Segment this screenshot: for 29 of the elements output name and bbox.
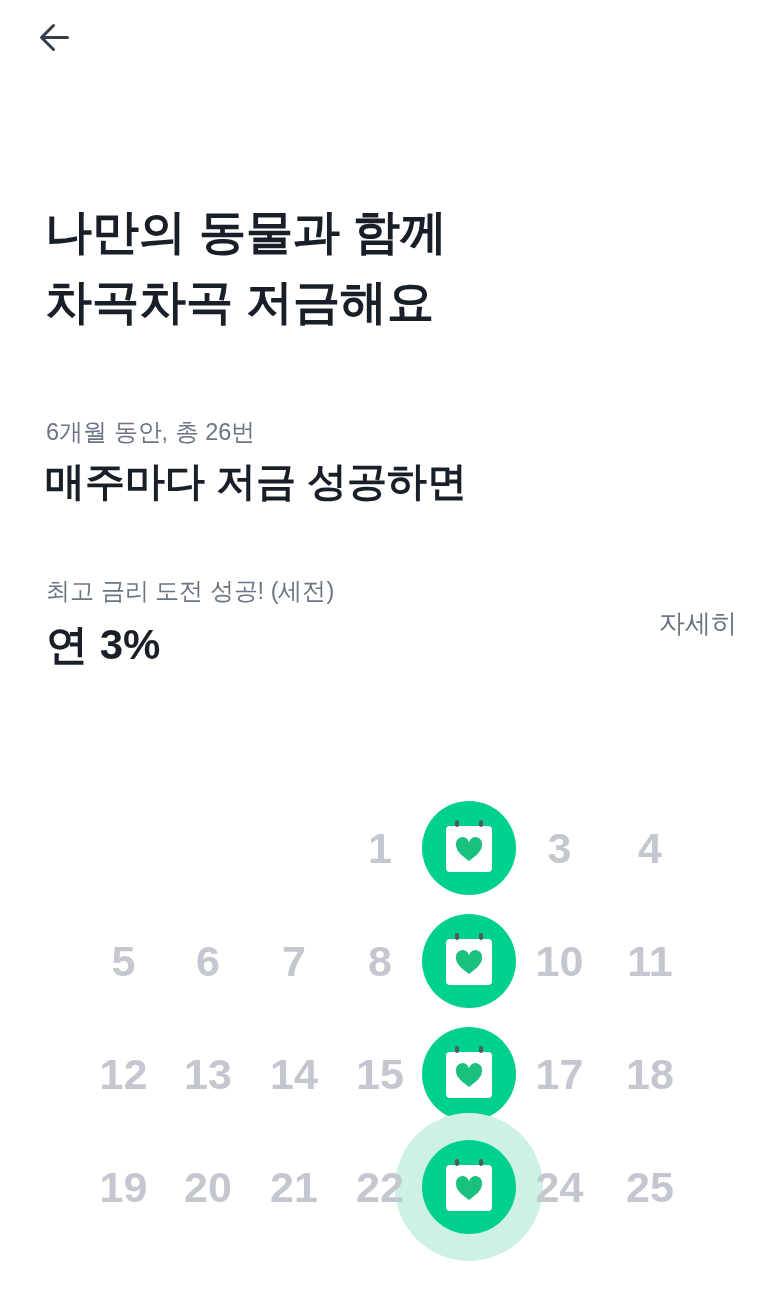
day-number: 11 [627, 935, 673, 986]
day-number: 10 [535, 935, 584, 986]
day-number: 1 [368, 822, 392, 873]
day-number: 6 [196, 935, 220, 986]
day-number: 17 [535, 1048, 584, 1099]
rate-value: 연 3% [46, 620, 162, 670]
day-number: 7 [282, 935, 306, 986]
day-number: 3 [547, 822, 572, 873]
day-number: 19 [99, 1161, 148, 1212]
day-number: 18 [626, 1048, 674, 1099]
day-number: 21 [270, 1161, 318, 1212]
plan-headline: 매주마다 저금 성공하면 [44, 458, 468, 505]
day-number: 8 [368, 935, 392, 986]
page-title: 나만의 동물과 함께 차곡차곡 저금해요 [44, 204, 449, 330]
rate-caption: 최고 금리 도전 성공! (세전) [46, 577, 335, 606]
day-number: 12 [99, 1048, 148, 1099]
plan-caption: 6개월 동안, 총 26번 [45, 418, 257, 447]
day-number: 22 [356, 1161, 404, 1212]
details-link[interactable]: 자세히 [659, 606, 737, 640]
day-number: 25 [626, 1161, 674, 1212]
day-number: 5 [111, 935, 136, 986]
day-number: 24 [535, 1161, 584, 1212]
back-icon [39, 23, 69, 52]
day-number: 4 [638, 822, 662, 873]
day-number: 20 [184, 1161, 232, 1212]
day-number: 14 [270, 1048, 318, 1099]
day-number: 13 [184, 1048, 232, 1099]
day-number: 15 [356, 1048, 404, 1099]
back-button[interactable] [39, 23, 69, 52]
